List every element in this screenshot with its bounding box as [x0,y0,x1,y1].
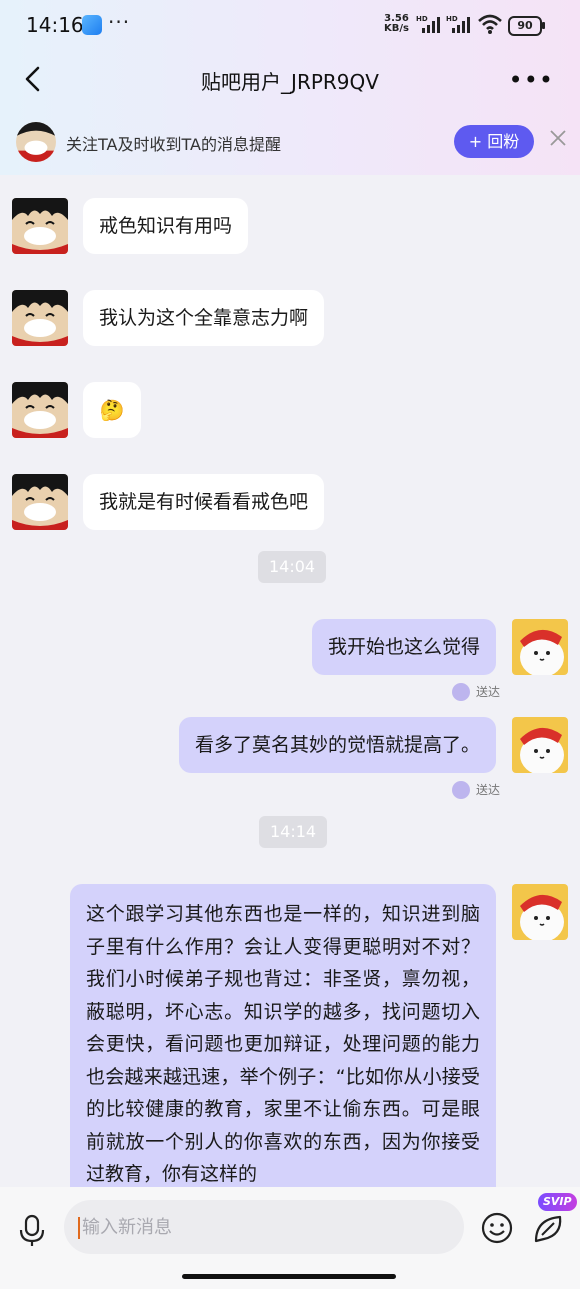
message-input[interactable] [64,1200,464,1254]
more-notifications-icon: ··· [108,10,131,34]
sender-avatar[interactable] [12,290,68,346]
timestamp: 14:14 [259,816,328,848]
my-avatar[interactable] [512,717,568,773]
status-time: 14:16 [26,13,84,37]
delivery-status-label: 送达 [476,783,501,797]
message-bubble-outgoing-long[interactable]: 这个跟学习其他东西也是一样的，知识进到脑子里有什么作用？会让人变得更聪明对不对？… [70,884,496,1204]
chat-title: 贴吧用户_JRPR9QV [201,70,379,94]
contact-avatar[interactable] [16,122,56,162]
app-notification-icon [82,15,102,35]
status-bar: 14:16 ··· 3.56 KB/s HD HD 90 [0,0,580,50]
wifi-icon [478,14,502,34]
my-avatar[interactable] [512,619,568,675]
net-speed: 3.56 KB/s [384,14,409,34]
signal-icon: HD [416,15,440,33]
sticker-icon[interactable] [532,1211,566,1245]
timestamp: 14:04 [258,551,327,583]
delivered-icon [452,781,470,799]
delivery-status-label: 送达 [476,685,501,699]
home-indicator[interactable] [182,1274,396,1279]
signal-icon-2: HD [446,15,470,33]
close-icon[interactable] [548,128,568,148]
emoji-icon[interactable] [480,1211,514,1245]
sender-avatar[interactable] [12,382,68,438]
message-bubble-outgoing[interactable]: 看多了莫名其妙的觉悟就提高了。 [178,717,496,773]
follow-reminder-bar: 关注TA及时收到TA的消息提醒 + 回粉 [0,111,580,173]
more-options-icon[interactable]: ••• [509,66,554,94]
message-bubble-incoming[interactable]: 戒色知识有用吗 [83,198,249,254]
message-bubble-incoming[interactable]: 我就是有时候看看戒色吧 [83,474,325,530]
net-speed-unit: KB/s [384,23,409,34]
svg-text:HD: HD [446,15,458,23]
my-avatar[interactable] [512,884,568,940]
message-bubble-outgoing[interactable]: 我开始也这么觉得 [311,619,496,675]
svip-badge: SVIP [538,1193,577,1211]
follow-back-button[interactable]: + 回粉 [454,125,534,158]
battery-icon: 90 [508,16,545,36]
sender-avatar[interactable] [12,198,68,254]
text-caret [78,1217,80,1239]
long-message-text: 这个跟学习其他东西也是一样的，知识进到脑子里有什么作用？会让人变得更聪明对不对？… [86,903,480,1185]
delivered-icon [452,683,470,701]
microphone-icon[interactable] [18,1214,46,1248]
message-bubble-emoji[interactable]: 🤔 [83,382,141,438]
nav-bar: 贴吧用户_JRPR9QV ••• [0,52,580,108]
svg-text:HD: HD [416,15,428,23]
follow-reminder-text: 关注TA及时收到TA的消息提醒 [66,135,281,154]
sender-avatar[interactable] [12,474,68,530]
message-bubble-incoming[interactable]: 我认为这个全靠意志力啊 [83,290,325,346]
